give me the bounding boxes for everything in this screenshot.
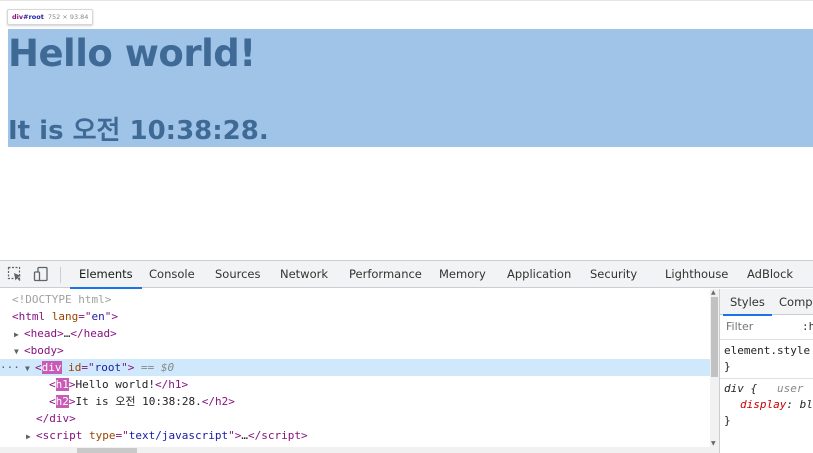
inspect-element-icon[interactable] <box>7 266 23 282</box>
body-tag: body <box>30 344 58 357</box>
more-options-icon[interactable]: ··· <box>0 359 20 376</box>
tab-performance[interactable]: Performance <box>349 261 422 288</box>
dom-horizontal-scrollbar[interactable] <box>0 447 719 453</box>
html-tag: html <box>18 310 46 323</box>
h1-text: Hello world! <box>75 378 155 391</box>
page-heading-h2: It is 오전 10:38:28. <box>8 116 269 146</box>
tooltip-size: 752 × 93.84 <box>47 13 89 21</box>
div-rule-selector: div { <box>724 382 758 395</box>
dom-line-h1[interactable]: <h1>Hello world!</h1> <box>0 376 710 393</box>
tooltip-id: #root <box>23 13 44 21</box>
expand-triangle-icon[interactable]: ▶ <box>26 428 36 445</box>
script-close-tag: script <box>261 429 301 442</box>
h1-tag-highlighted: h1 <box>55 378 69 391</box>
css-property-name: display <box>740 398 787 411</box>
element-style-close: } <box>724 360 731 373</box>
dom-line-head[interactable]: ▶ <head>…</head> <box>0 325 710 342</box>
doctype-text: <!DOCTYPE html> <box>12 293 112 306</box>
devtools-tabbar: Elements Console Sources Network Perform… <box>0 261 813 289</box>
page-top-border <box>0 0 813 1</box>
device-toggle-icon[interactable] <box>33 266 49 282</box>
devtools-panel: Elements Console Sources Network Perform… <box>0 260 813 453</box>
page-heading-h1: Hello world! <box>8 32 256 75</box>
tab-console[interactable]: Console <box>149 261 195 288</box>
tab-computed[interactable]: Compu <box>779 289 813 315</box>
user-agent-source: user <box>777 382 804 395</box>
script-ellipsis: … <box>241 429 248 442</box>
dom-vertical-scrollbar[interactable]: ▲ ▼ <box>710 289 719 447</box>
dom-line-script[interactable]: ▶ <script type="text/javascript">…</scrip… <box>0 427 710 444</box>
h1-close-tag: h1 <box>168 378 182 391</box>
html-attr-value: en <box>91 310 105 323</box>
dom-line-doctype[interactable]: <!DOCTYPE html> <box>0 291 710 308</box>
styles-filter-input[interactable]: Filter <box>726 320 753 333</box>
html-attr-name: lang <box>51 310 79 323</box>
tab-application[interactable]: Application <box>507 261 571 288</box>
scroll-down-icon[interactable]: ▼ <box>711 440 716 447</box>
script-attr-name: type <box>89 429 116 442</box>
dom-line-div-close[interactable]: </div> <box>0 410 710 427</box>
inspect-tooltip: div#root 752 × 93.84 <box>7 9 94 25</box>
tab-elements[interactable]: Elements <box>70 261 142 289</box>
rendered-page: div#root 752 × 93.84 Hello world! It is 오… <box>0 0 813 260</box>
dom-line-body[interactable]: ▼ <body> <box>0 342 710 359</box>
styles-filter-row: Filter :h <box>720 316 813 340</box>
div-attr-name: id <box>68 361 82 374</box>
collapse-triangle-icon[interactable]: ▼ <box>25 360 35 377</box>
dom-line-div-root[interactable]: ··· ▼ <div id="root"> == $0 <box>0 359 710 376</box>
tab-adblock[interactable]: AdBlock <box>747 261 793 288</box>
script-attr-value: text/javascript <box>128 429 229 442</box>
div-tag-highlighted: div <box>41 361 62 374</box>
h2-text: It is 오전 10:38:28. <box>75 395 202 408</box>
tab-security[interactable]: Security <box>590 261 637 288</box>
rule-divider <box>720 378 813 379</box>
styles-pane: Styles Compu Filter :h element.style { }… <box>719 289 813 453</box>
tab-memory[interactable]: Memory <box>439 261 486 288</box>
div-rule-header: div { user <box>724 381 804 397</box>
script-tag: script <box>42 429 83 442</box>
tooltip-tag-name: div <box>12 13 24 21</box>
div-rule-close: } <box>724 414 731 427</box>
div-rule-declaration: display: bl <box>740 398 813 411</box>
expand-triangle-icon[interactable]: ▶ <box>14 326 24 343</box>
tab-styles[interactable]: Styles <box>723 289 772 316</box>
selected-marker: == $0 <box>141 361 175 374</box>
h2-tag-highlighted: h2 <box>55 395 69 408</box>
scrollbar-thumb[interactable] <box>711 297 718 377</box>
collapse-triangle-icon[interactable]: ▼ <box>14 343 24 360</box>
head-tag: head <box>30 327 58 340</box>
scrollbar-thumb[interactable] <box>77 448 137 453</box>
element-style-selector[interactable]: element.style { <box>724 343 813 359</box>
div-close-tag: div <box>49 412 70 425</box>
scroll-up-icon[interactable]: ▲ <box>711 289 716 296</box>
div-attr-value: root <box>94 361 122 374</box>
dom-line-h2[interactable]: <h2>It is 오전 10:38:28.</h2> <box>0 393 710 410</box>
h2-close-tag: h2 <box>214 395 229 408</box>
tab-network[interactable]: Network <box>280 261 328 288</box>
tabbar-separator <box>60 267 61 283</box>
tab-sources[interactable]: Sources <box>215 261 261 288</box>
tab-lighthouse[interactable]: Lighthouse <box>665 261 728 288</box>
styles-tabbar: Styles Compu <box>720 289 813 316</box>
dom-line-html[interactable]: <html lang="en"> <box>0 308 710 325</box>
css-property-value: bl <box>799 398 813 411</box>
dom-tree: <!DOCTYPE html> <html lang="en"> ▶ <head>… <box>0 289 710 447</box>
hover-state-toggle[interactable]: :h <box>802 320 813 333</box>
head-close-tag: head <box>83 327 111 340</box>
